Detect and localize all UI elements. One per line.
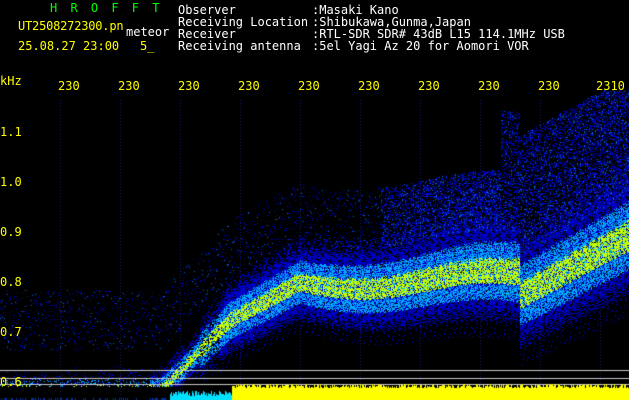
app-title: H R O F F T xyxy=(50,1,163,15)
time-tick: 230 xyxy=(118,79,140,93)
freq-tick: 0.7 xyxy=(0,325,22,339)
freq-tick: 1.1 xyxy=(0,125,22,139)
time-tick: 230 xyxy=(478,79,500,93)
spectrogram-canvas xyxy=(0,70,629,400)
time-tick: 230 xyxy=(238,79,260,93)
spectrogram-panel: kHz 230 230 230 230 230 230 230 230 230 … xyxy=(0,70,629,400)
freq-unit-label: kHz xyxy=(0,74,22,88)
freq-tick: 0.6 xyxy=(0,375,22,389)
freq-tick: 0.9 xyxy=(0,225,22,239)
date-time: 25.08.27 23:00 xyxy=(18,39,120,53)
freq-tick: 0.8 xyxy=(0,275,22,289)
header: H R O F F T UT2508272300.pn meteor 25.08… xyxy=(0,0,629,70)
time-tick: 230 xyxy=(58,79,80,93)
time-tick: 230 xyxy=(538,79,560,93)
speed-indicator: 5_ xyxy=(140,39,155,53)
time-tick: 230 xyxy=(418,79,440,93)
antenna-label: Receiving antenna xyxy=(178,39,301,53)
time-tick: 230 xyxy=(178,79,200,93)
freq-tick: 1.0 xyxy=(0,175,22,189)
file-name: UT2508272300.pn xyxy=(18,19,124,33)
meteor-tag: meteor xyxy=(126,25,170,39)
time-tick: 230 xyxy=(358,79,380,93)
time-tick: 230 xyxy=(298,79,320,93)
time-tick: 2310 xyxy=(596,79,625,93)
antenna-value: :5el Yagi Az 20 for Aomori VOR xyxy=(312,39,529,53)
